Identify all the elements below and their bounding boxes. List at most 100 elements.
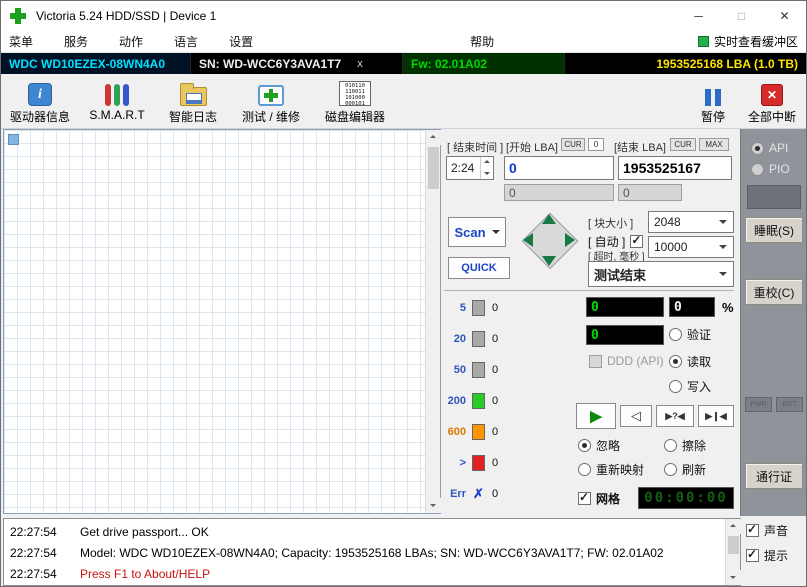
test-repair-button[interactable]: 测试 / 维修 [238,77,304,125]
block-size-select[interactable]: 2048 [648,211,734,233]
test-block-grid[interactable] [4,130,425,513]
menu-main[interactable]: 菜单 [9,33,33,50]
device-firmware: Fw: 02.01A02 [403,53,565,74]
abort-all-button[interactable]: ✕ 全部中断 [743,77,801,125]
menu-service[interactable]: 服务 [64,33,88,50]
ddd-api-checkbox[interactable]: DDD (API) [589,354,664,368]
cur-end-button[interactable]: CUR [670,138,696,151]
first-aid-icon [258,85,284,106]
scroll-down-icon[interactable] [726,570,741,585]
pio-radio[interactable]: PIO [751,162,790,176]
scroll-thumb[interactable] [428,147,439,189]
radio-icon[interactable] [578,439,591,452]
auto-check-icon[interactable] [630,235,643,248]
scroll-up-icon[interactable] [426,130,441,145]
menu-actions[interactable]: 动作 [119,33,143,50]
max-button[interactable]: MAX [699,138,729,151]
checkbox-icon[interactable] [746,549,759,562]
checkbox-icon[interactable] [578,492,591,505]
lba-counter-display: 0 [586,297,664,317]
radio-icon[interactable] [664,439,677,452]
defect-counter-display: 0 [586,325,664,345]
checkbox-icon[interactable] [589,355,602,368]
mode-read-radio[interactable]: 读取 [669,353,711,370]
start-test-button[interactable]: ▶ [576,403,616,429]
minimize-button[interactable]: ─ [677,1,720,31]
smart-log-button[interactable]: 智能日志 [163,77,223,125]
api-radio[interactable]: API [751,141,788,155]
status-panel [747,185,801,209]
end-lba-input[interactable]: 1953525167 [618,156,732,180]
drive-info-button[interactable]: i 驱动器信息 [7,77,73,125]
recalibrate-button[interactable]: 重校(C) [745,279,803,305]
device-serial-tab[interactable]: SN: WD-WCC6Y3AVA1T7 x [191,53,403,74]
menu-help[interactable]: 帮助 [470,33,494,50]
scan-dropdown-button[interactable]: Scan [448,217,506,247]
tab-close-icon[interactable]: x [357,58,363,70]
maximize-button[interactable]: □ [720,1,763,31]
scroll-up-icon[interactable] [726,519,741,534]
spinner-down-icon[interactable] [481,168,494,179]
checkbox-icon[interactable] [746,524,759,537]
rst-button[interactable]: RST [776,397,803,412]
folder-log-icon [180,87,207,106]
back-button[interactable]: ◁ [620,405,652,427]
stat-block-icon [472,362,485,378]
stat-row-50: 500 [442,361,498,379]
radio-icon[interactable] [669,355,682,368]
radio-icon[interactable] [664,463,677,476]
grid-scrollbar[interactable] [425,130,440,513]
timeout-select[interactable]: 10000 [648,236,734,258]
right-sidebar: API PIO 睡眠(S) 重校(C) PWR RST 通行证 [740,129,807,516]
sound-checkbox[interactable]: 声音 [746,522,788,539]
disk-editor-button[interactable]: 010110 110011 101000 000101 磁盘编辑器 [319,77,391,125]
main-toolbar: i 驱动器信息 S.M.A.R.T 智能日志 测试 / 维修 010110 11… [1,74,806,129]
end-time-label: [ 结束时间 ] [447,139,503,155]
passport-button[interactable]: 通行证 [745,463,803,489]
action-refresh-radio[interactable]: 刷新 [664,461,706,478]
spinner-up-icon[interactable] [481,157,494,168]
grid-checkbox[interactable]: 网格 [578,490,620,507]
step-button[interactable]: ▶❙◀ [698,405,734,427]
log-line: 22:27:54 Get drive passport... OK [4,522,209,542]
action-erase-radio[interactable]: 擦除 [664,437,706,454]
stat-block-icon [472,393,485,409]
action-ignore-radio[interactable]: 忽略 [578,437,620,454]
start-lba-input[interactable]: 0 [504,156,614,180]
end-time-spinner[interactable]: 2:24 [446,156,494,180]
radio-icon[interactable] [669,328,682,341]
elapsed-timer-display: 00:00:00 [638,487,734,509]
menu-settings[interactable]: 设置 [229,33,253,50]
after-test-select[interactable]: 测试结束 [588,261,734,287]
cur-start-value: 0 [588,138,604,151]
radio-icon[interactable] [669,380,682,393]
sleep-button[interactable]: 睡眠(S) [745,217,803,243]
quick-button[interactable]: QUICK [448,257,510,279]
close-button[interactable]: ✕ [763,1,806,31]
main-area: [ 结束时间 ] [开始 LBA] CUR 0 [结束 LBA] CUR MAX… [1,129,806,516]
dpad-up-icon[interactable] [542,214,556,224]
buffer-view-toggle[interactable]: 实时查看缓冲区 [698,33,798,50]
mode-write-radio[interactable]: 写入 [669,378,711,395]
cur-start-button[interactable]: CUR [561,138,585,151]
log-line: 22:27:54 Model: WDC WD10EZEX-08WN4A0; Ca… [4,543,664,563]
action-remap-radio[interactable]: 重新映射 [578,461,644,478]
mode-verify-radio[interactable]: 验证 [669,326,711,343]
seek-question-button[interactable]: ▶?◀ [656,405,694,427]
hints-checkbox[interactable]: 提示 [746,547,788,564]
scroll-down-icon[interactable] [426,498,441,513]
pwr-button[interactable]: PWR [745,397,772,412]
log-scrollbar[interactable] [725,519,740,585]
dpad-down-icon[interactable] [542,256,556,266]
window-title: Victoria 5.24 HDD/SSD | Device 1 [36,9,216,23]
radio-icon[interactable] [751,163,764,176]
dpad-left-icon[interactable] [523,233,533,247]
pause-button[interactable]: 暂停 [689,77,737,125]
radio-icon[interactable] [751,142,764,155]
radio-icon[interactable] [578,463,591,476]
smart-button[interactable]: S.M.A.R.T [86,77,148,122]
stat-row-over: >0 [442,454,498,472]
dpad-right-icon[interactable] [565,233,575,247]
menu-language[interactable]: 语言 [174,33,198,50]
scroll-thumb[interactable] [728,536,739,554]
